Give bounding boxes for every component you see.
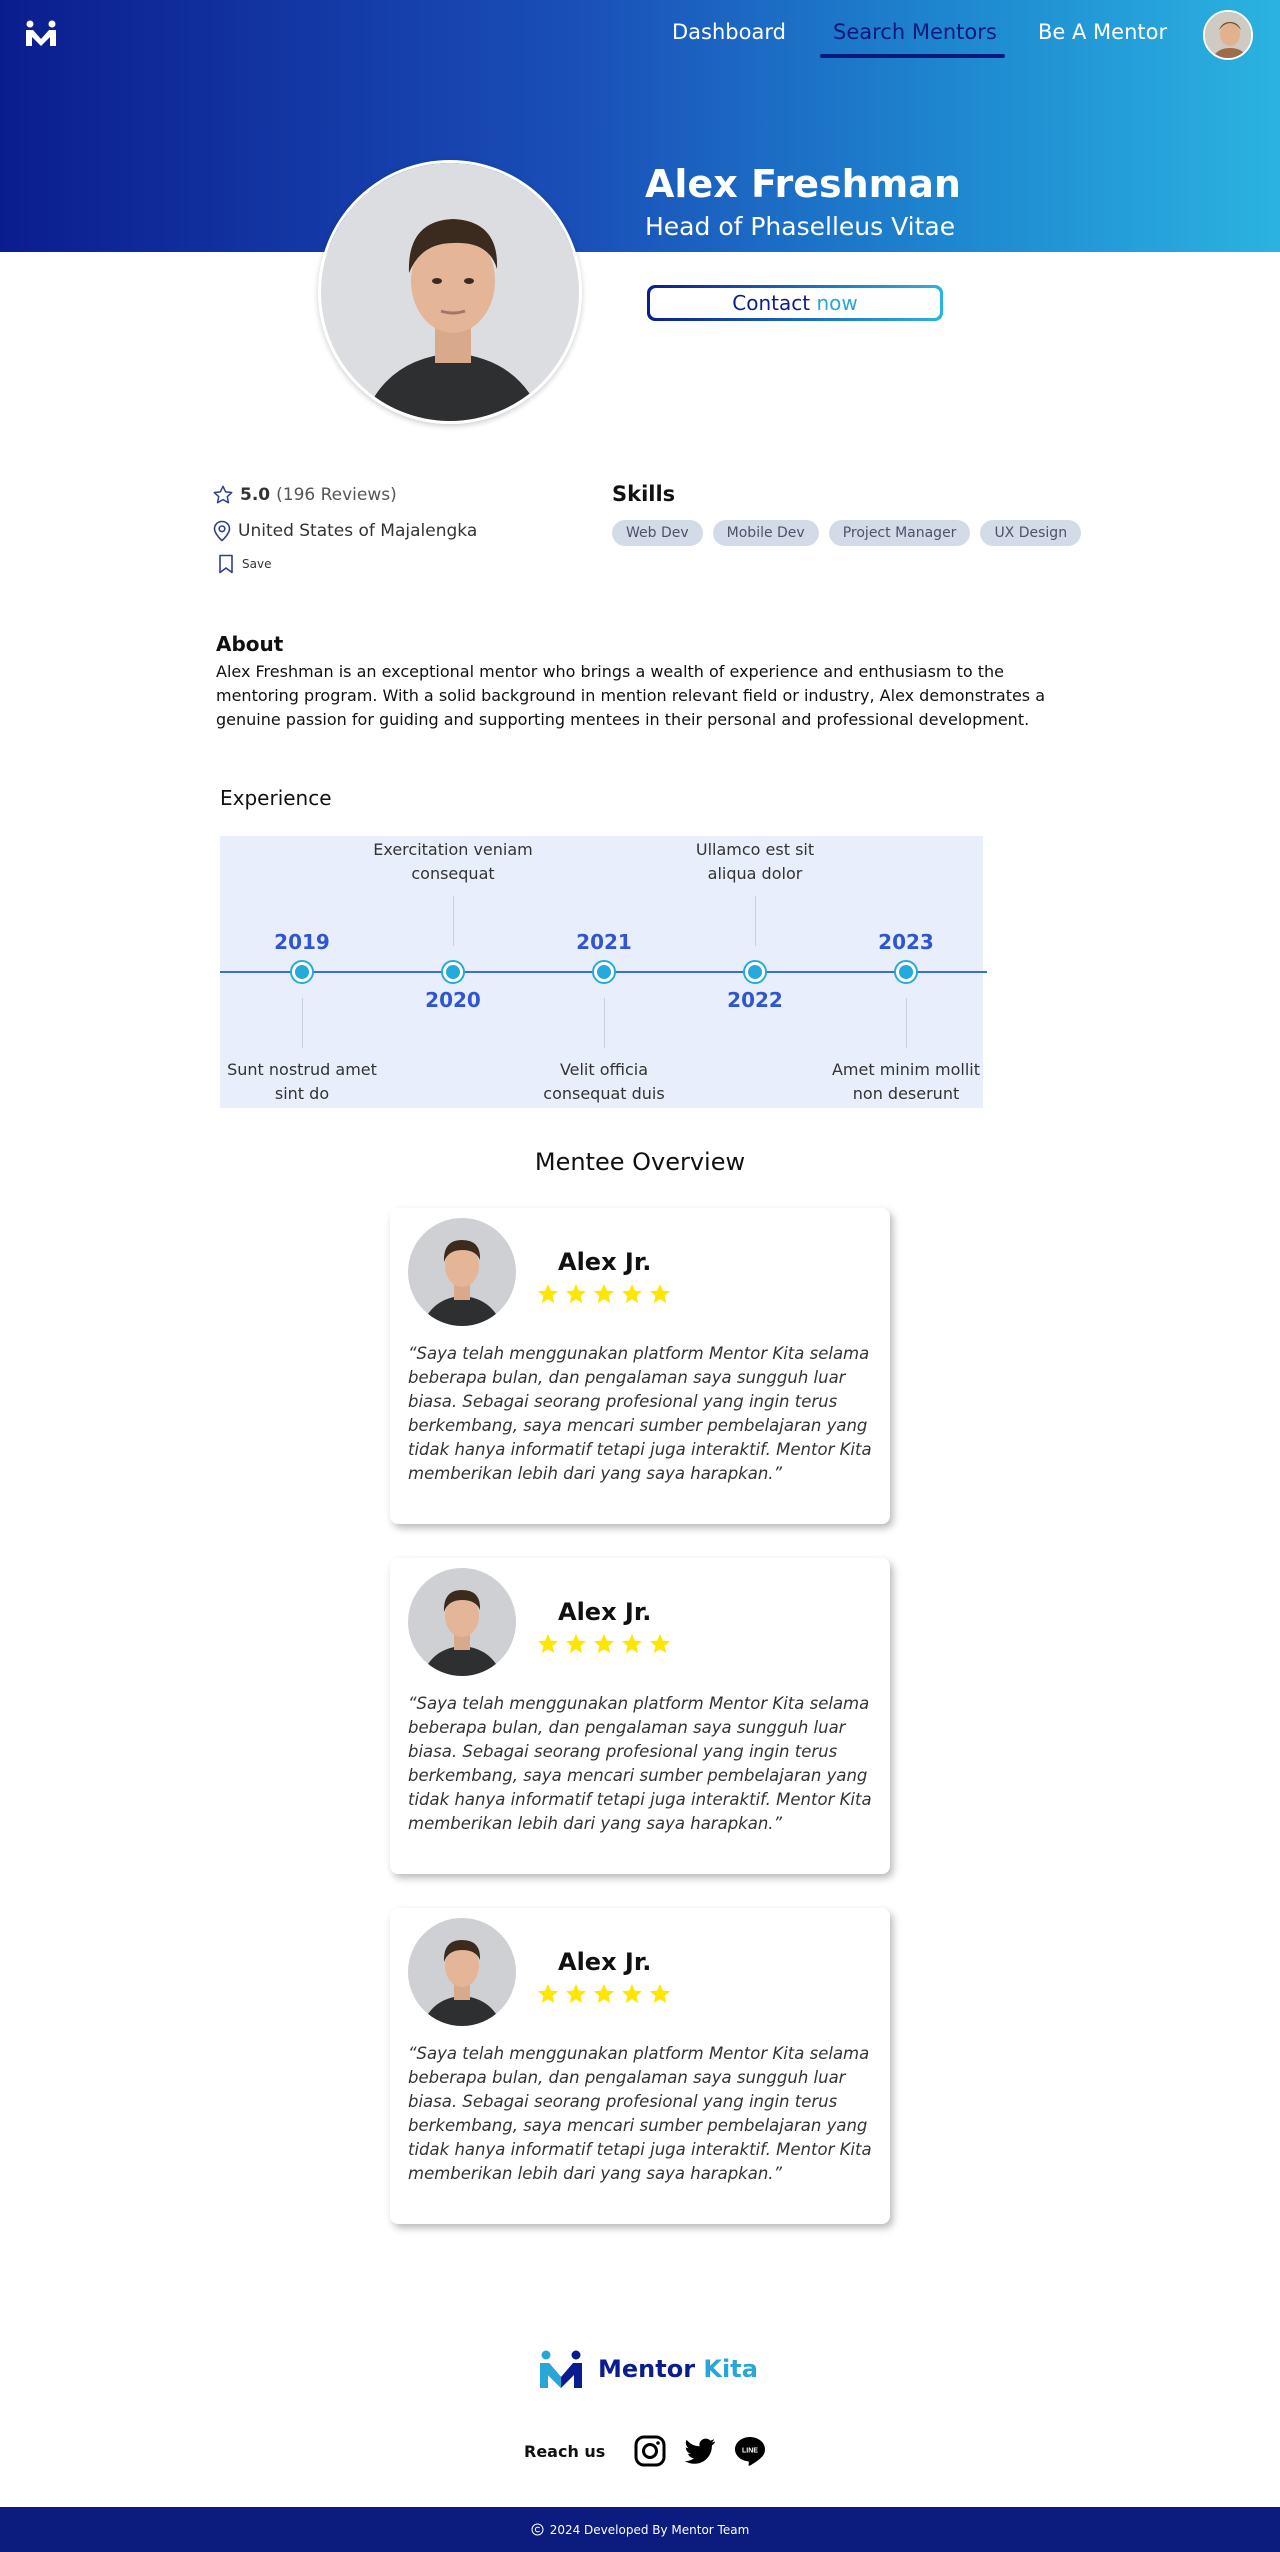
reviewer-name: Alex Jr. bbox=[558, 1598, 652, 1626]
timeline-stem bbox=[453, 896, 454, 946]
reviewer-avatar bbox=[408, 1218, 516, 1326]
timeline-year: 2019 bbox=[274, 930, 330, 954]
star-icon bbox=[650, 1984, 670, 2003]
star-icon bbox=[650, 1634, 670, 1653]
brand-name: Mentor Kita bbox=[598, 2355, 758, 2383]
review-count[interactable]: (196 Reviews) bbox=[276, 485, 397, 505]
review-stars bbox=[536, 1282, 672, 1306]
reach-us-row: Reach us LINE bbox=[524, 2434, 767, 2468]
skill-chip[interactable]: Mobile Dev bbox=[712, 520, 819, 546]
star-icon bbox=[594, 1284, 614, 1303]
rating-value: 5.0 bbox=[240, 485, 271, 505]
star-icon bbox=[538, 1284, 558, 1303]
timeline-stem bbox=[302, 998, 303, 1048]
timeline-dot[interactable] bbox=[894, 960, 918, 984]
reviewer-name: Alex Jr. bbox=[558, 1948, 652, 1976]
timeline-stem bbox=[604, 998, 605, 1048]
contact-label-now: now bbox=[816, 291, 858, 315]
contact-now-button[interactable]: Contact now bbox=[647, 285, 943, 321]
brand-name-mentor: Mentor bbox=[598, 2355, 696, 2383]
instagram-icon[interactable] bbox=[633, 2434, 667, 2468]
timeline-dot[interactable] bbox=[290, 960, 314, 984]
active-tab-indicator bbox=[820, 54, 1005, 58]
star-icon bbox=[566, 1984, 586, 2003]
review-stars bbox=[536, 1632, 672, 1656]
timeline-text: Velit officia consequat duis bbox=[543, 1060, 665, 1103]
skill-chip[interactable]: UX Design bbox=[980, 520, 1082, 546]
timeline-text: Exercitation veniam consequat bbox=[373, 840, 533, 883]
star-icon bbox=[622, 1634, 642, 1653]
contact-label: Contact bbox=[732, 291, 811, 315]
timeline-text: Ullamco est sit aliqua dolor bbox=[695, 840, 815, 883]
reviewer-name: Alex Jr. bbox=[558, 1248, 652, 1276]
location-pin-icon bbox=[213, 520, 231, 542]
mentee-overview-heading: Mentee Overview bbox=[534, 1148, 746, 1176]
timeline-stem bbox=[906, 998, 907, 1048]
footer-brand[interactable]: Mentor Kita bbox=[538, 2350, 758, 2388]
about-heading: About bbox=[216, 632, 284, 656]
save-button[interactable]: Save bbox=[218, 554, 271, 574]
star-outline-icon bbox=[213, 485, 233, 504]
reviewer-avatar bbox=[408, 1918, 516, 2026]
mentor-role: Head of Phaselleus Vitae bbox=[645, 212, 956, 241]
star-icon bbox=[594, 1984, 614, 2003]
timeline-year: 2022 bbox=[727, 988, 783, 1012]
mentor-kita-logo-icon bbox=[540, 2350, 582, 2388]
skills-heading: Skills bbox=[612, 482, 676, 506]
mentor-profile-page: Dashboard Search Mentors Be A Mentor Ale… bbox=[0, 0, 1280, 2552]
mentor-photo bbox=[318, 160, 582, 424]
review-text: “Saya telah menggunakan platform Mentor … bbox=[408, 1694, 872, 1833]
review-text: “Saya telah menggunakan platform Mentor … bbox=[408, 1344, 872, 1483]
location-row: United States of Majalengka bbox=[212, 520, 477, 542]
svg-text:LINE: LINE bbox=[742, 2448, 758, 2455]
save-label: Save bbox=[242, 557, 272, 571]
top-nav: Dashboard Search Mentors Be A Mentor bbox=[0, 0, 1280, 64]
copyright-icon bbox=[531, 2523, 544, 2536]
timeline-year: 2023 bbox=[878, 930, 934, 954]
star-icon bbox=[622, 1984, 642, 2003]
user-avatar[interactable] bbox=[1203, 10, 1253, 60]
bookmark-icon bbox=[219, 554, 233, 574]
skill-chip[interactable]: Project Manager bbox=[828, 520, 971, 546]
review-stars bbox=[536, 1982, 672, 2006]
brand-name-kita: Kita bbox=[703, 2355, 758, 2383]
reach-us-label: Reach us bbox=[524, 2441, 606, 2461]
star-icon bbox=[566, 1634, 586, 1653]
skill-chip[interactable]: Web Dev bbox=[612, 520, 703, 546]
nav-search-mentors[interactable]: Search Mentors bbox=[833, 20, 997, 44]
timeline-year: 2021 bbox=[576, 930, 632, 954]
star-icon bbox=[650, 1284, 670, 1303]
nav-be-a-mentor[interactable]: Be A Mentor bbox=[1038, 20, 1167, 44]
timeline-year: 2020 bbox=[425, 988, 481, 1012]
footer-bar: 2024 Developed By Mentor Team bbox=[0, 2507, 1280, 2552]
star-icon bbox=[622, 1284, 642, 1303]
review-card: Alex Jr. “Saya telah menggunakan platfor… bbox=[390, 1908, 890, 2224]
review-card: Alex Jr. “Saya telah menggunakan platfor… bbox=[390, 1208, 890, 1524]
timeline-text: Sunt nostrud amet sint do bbox=[227, 1060, 377, 1103]
rating-row: 5.0 (196 Reviews) bbox=[212, 484, 397, 506]
timeline-dot[interactable] bbox=[592, 960, 616, 984]
twitter-icon[interactable] bbox=[683, 2434, 717, 2468]
star-icon bbox=[594, 1634, 614, 1653]
star-icon bbox=[566, 1284, 586, 1303]
skills-list: Web Dev Mobile Dev Project Manager UX De… bbox=[612, 520, 1082, 546]
timeline-text: Amet minim mollit non deserunt bbox=[831, 1060, 980, 1103]
review-card: Alex Jr. “Saya telah menggunakan platfor… bbox=[390, 1558, 890, 1874]
nav-dashboard[interactable]: Dashboard bbox=[672, 20, 786, 44]
line-icon[interactable]: LINE bbox=[733, 2434, 767, 2468]
reviewer-avatar bbox=[408, 1568, 516, 1676]
timeline-dot[interactable] bbox=[743, 960, 767, 984]
mentor-name: Alex Freshman bbox=[645, 162, 961, 206]
about-text: Alex Freshman is an exceptional mentor w… bbox=[216, 662, 1046, 729]
star-icon bbox=[538, 1634, 558, 1653]
star-icon bbox=[538, 1984, 558, 2003]
review-text: “Saya telah menggunakan platform Mentor … bbox=[408, 2044, 872, 2183]
timeline-dot[interactable] bbox=[441, 960, 465, 984]
experience-heading: Experience bbox=[220, 786, 332, 810]
copyright-text: 2024 Developed By Mentor Team bbox=[549, 2522, 750, 2537]
timeline-stem bbox=[755, 896, 756, 946]
location-text: United States of Majalengka bbox=[238, 521, 478, 541]
